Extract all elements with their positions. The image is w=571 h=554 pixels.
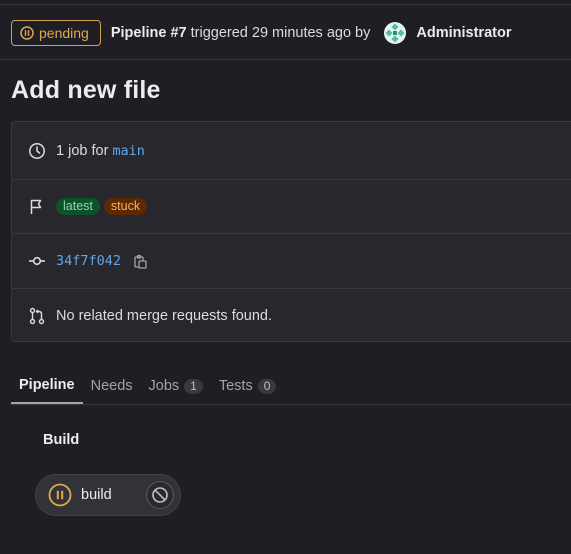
tabs-underline [11, 404, 571, 405]
tags-row: latest stuck [12, 180, 571, 233]
tag-stuck[interactable]: stuck [103, 198, 148, 215]
pipeline-id: Pipeline #7 [110, 25, 187, 41]
header-divider [0, 59, 571, 60]
tab-label: Pipeline [19, 377, 75, 393]
pause-circle-icon [48, 483, 72, 507]
merge-request-icon [29, 307, 45, 324]
commit-sha-link[interactable]: 34f7f042 [56, 253, 121, 269]
job-build[interactable]: build [35, 474, 181, 516]
tab-label: Jobs [148, 378, 180, 394]
status-badge-label: pending [39, 25, 89, 41]
commit-row: 34f7f042 [12, 234, 571, 288]
pipeline-tabs: Pipeline Needs Jobs 1 Tests 0 [11, 368, 284, 404]
jobs-summary: 1 job for main [56, 143, 145, 159]
top-border [0, 4, 571, 5]
avatar[interactable] [384, 22, 407, 44]
pipeline-info-card: 1 job for main latest stuck 34f7f042 No … [11, 121, 571, 342]
commit-icon [29, 256, 45, 266]
cancel-icon [152, 487, 168, 503]
jobs-count-text: 1 job for [56, 142, 109, 159]
job-name: build [81, 487, 112, 503]
stage-title: Build [43, 432, 80, 448]
tab-pipeline[interactable]: Pipeline [11, 368, 83, 404]
header-text: Pipeline #7 triggered 29 minutes ago by [111, 25, 375, 41]
clock-icon [29, 142, 45, 159]
merge-requests-text: No related merge requests found. [56, 307, 273, 324]
branch-link[interactable]: main [112, 143, 145, 159]
triggered-text: triggered 29 minutes ago by [186, 25, 375, 41]
tag-latest[interactable]: latest [56, 198, 100, 215]
page-title: Add new file [11, 76, 161, 104]
tab-needs[interactable]: Needs [83, 368, 141, 404]
copy-icon[interactable] [133, 254, 148, 269]
status-badge[interactable]: pending [11, 20, 101, 46]
merge-requests-row: No related merge requests found. [12, 289, 571, 342]
tab-count-badge: 0 [257, 378, 277, 394]
pipeline-page: pending Pipeline #7 triggered 29 minutes… [0, 0, 571, 554]
pipeline-header: pending Pipeline #7 triggered 29 minutes… [11, 20, 511, 46]
commit-info: 34f7f042 [56, 253, 148, 269]
user-link[interactable]: Administrator [416, 25, 511, 41]
cancel-job-button[interactable] [146, 481, 174, 509]
jobs-row: 1 job for main [12, 122, 571, 179]
flag-icon [30, 199, 42, 214]
pause-circle-icon [20, 26, 34, 40]
tags-list: latest stuck [56, 198, 148, 215]
tab-label: Tests [218, 378, 253, 394]
tab-count-badge: 1 [184, 378, 203, 394]
tab-label: Needs [90, 378, 133, 394]
tab-tests[interactable]: Tests 0 [211, 368, 285, 404]
tab-jobs[interactable]: Jobs 1 [141, 368, 211, 404]
